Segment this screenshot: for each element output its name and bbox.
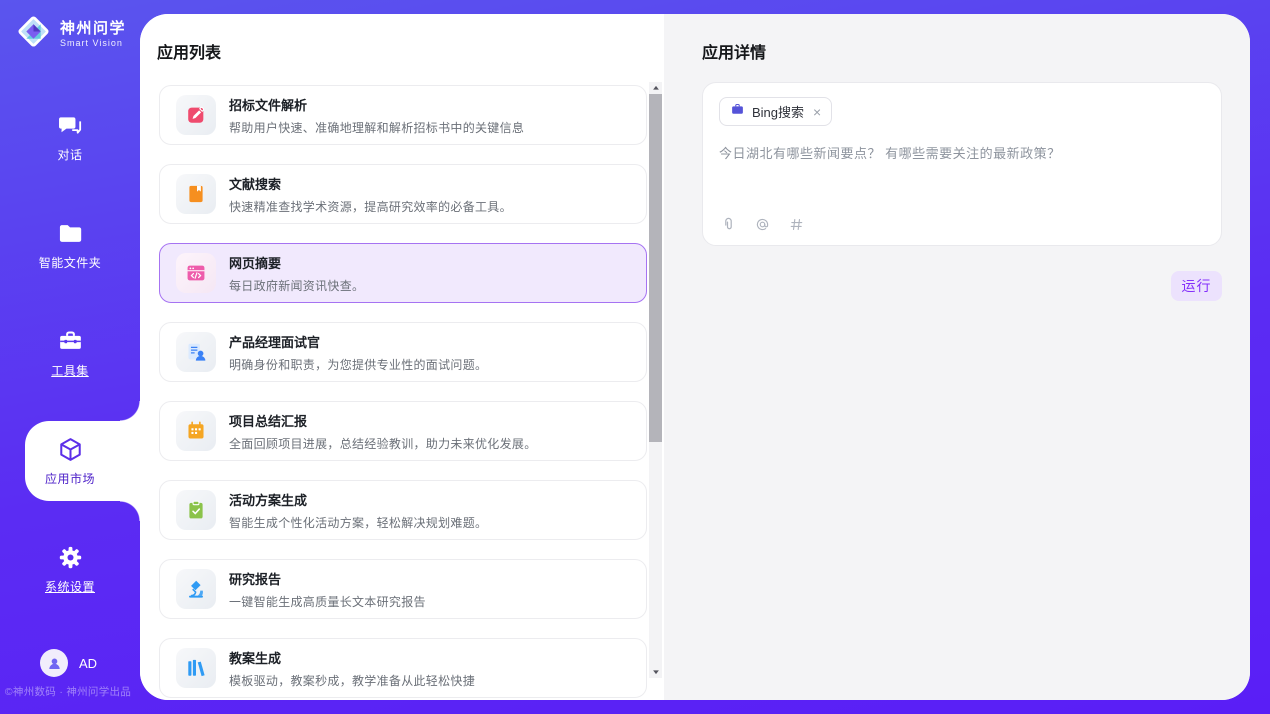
app-card-活动方案生成[interactable]: 活动方案生成智能生成个性化活动方案，轻松解决规划难题。 [159,480,647,540]
sidebar-item-对话[interactable]: 对话 [0,97,140,177]
app-list: 招标文件解析帮助用户快速、准确地理解和解析招标书中的关键信息文献搜索快速精准查找… [159,85,647,698]
app-card-title: 网页摘要 [229,253,364,272]
sidebar-item-应用市场[interactable]: 应用市场 [0,421,140,501]
cube-icon [57,436,84,463]
sidebar-item-工具集[interactable]: 工具集 [0,313,140,393]
app-card-title: 研究报告 [229,569,426,588]
app-card-文献搜索[interactable]: 文献搜索快速精准查找学术资源，提高研究效率的必备工具。 [159,164,647,224]
app-card-网页摘要[interactable]: 网页摘要每日政府新闻资讯快查。 [159,243,647,303]
sidebar-item-系统设置[interactable]: 系统设置 [0,529,140,609]
app-card-description: 快速精准查找学术资源，提高研究效率的必备工具。 [229,198,512,215]
scrollbar[interactable] [649,82,662,678]
at-icon[interactable] [753,215,771,233]
app-card-description: 智能生成个性化活动方案，轻松解决规划难题。 [229,514,487,531]
close-icon[interactable]: × [813,105,821,119]
hash-icon[interactable] [787,215,805,233]
app-card-description: 模板驱动，教案秒成，教学准备从此轻松快捷 [229,672,475,689]
diamond-icon [15,13,52,55]
brand-subtitle: Smart Vision [60,38,126,48]
scrollbar-thumb[interactable] [649,94,662,442]
user-initials: AD [79,656,97,671]
app-card-项目总结汇报[interactable]: 项目总结汇报全面回顾项目进展，总结经验教训，助力未来优化发展。 [159,401,647,461]
app-card-研究报告[interactable]: 研究报告一键智能生成高质量长文本研究报告 [159,559,647,619]
browser-code-icon [176,253,216,293]
folder-icon [57,220,84,247]
sidebar-item-智能文件夹[interactable]: 智能文件夹 [0,205,140,285]
microscope-icon [176,569,216,609]
app-card-description: 全面回顾项目进展，总结经验教训，助力未来优化发展。 [229,435,537,452]
app-card-产品经理面试官[interactable]: 产品经理面试官明确身份和职责，为您提供专业性的面试问题。 [159,322,647,382]
copyright-text: ©神州数码 · 神州问学出品 [0,684,136,699]
chat-icon [57,112,84,139]
app-card-title: 产品经理面试官 [229,332,487,351]
tool-chip-label: Bing搜索 [752,102,804,121]
sidebar-item-label: 智能文件夹 [39,254,102,271]
scroll-down-button[interactable] [649,666,662,678]
app-card-title: 项目总结汇报 [229,411,537,430]
notch-curve-top [120,401,140,421]
sidebar-item-label: 对话 [57,146,82,163]
sidebar: 神州问学 Smart Vision 对话智能文件夹工具集应用市场系统设置 AD … [0,0,140,714]
app-card-教案生成[interactable]: 教案生成模板驱动，教案秒成，教学准备从此轻松快捷 [159,638,647,698]
app-card-description: 帮助用户快速、准确地理解和解析招标书中的关键信息 [229,119,524,136]
gear-icon [57,544,84,571]
app-detail-panel: 应用详情 Bing搜索 × 今日湖北有哪些新闻要点？ 有哪些需要关注的最新政策？… [664,14,1250,700]
brand-logo: 神州问学 Smart Vision [15,13,126,55]
app-card-description: 每日政府新闻资讯快查。 [229,277,364,294]
user-account[interactable]: AD [40,649,97,677]
scroll-up-button[interactable] [649,82,662,94]
app-card-description: 一键智能生成高质量长文本研究报告 [229,593,426,610]
interview-icon [176,332,216,372]
app-card-title: 文献搜索 [229,174,512,193]
report-note-icon [176,411,216,451]
app-list-title: 应用列表 [157,39,221,63]
app-list-panel: 应用列表 招标文件解析帮助用户快速、准确地理解和解析招标书中的关键信息文献搜索快… [140,14,664,700]
prompt-toolbar [719,215,805,233]
notch-curve-bottom [120,501,140,521]
prompt-input[interactable]: 今日湖北有哪些新闻要点？ 有哪些需要关注的最新政策？ [719,143,1205,162]
app-card-title: 招标文件解析 [229,95,524,114]
brand-name: 神州问学 [60,20,126,38]
sidebar-nav: 对话智能文件夹工具集应用市场系统设置 [0,97,140,609]
tool-chip-bing[interactable]: Bing搜索 × [719,97,832,126]
avatar[interactable] [40,649,68,677]
run-button[interactable]: 运行 [1171,271,1222,301]
paperclip-icon[interactable] [719,215,737,233]
books-icon [176,648,216,688]
content-area: 应用列表 招标文件解析帮助用户快速、准确地理解和解析招标书中的关键信息文献搜索快… [140,14,1250,700]
sidebar-item-label: 工具集 [51,362,89,379]
app-root: { "brand": { "name": "神州问学", "subtitle":… [0,0,1270,714]
edit-doc-icon [176,95,216,135]
sidebar-item-label: 系统设置 [45,578,95,595]
briefcase-icon [57,328,84,355]
briefcase-chip-icon [730,102,745,122]
app-card-description: 明确身份和职责，为您提供专业性的面试问题。 [229,356,487,373]
app-card-title: 教案生成 [229,648,475,667]
app-card-招标文件解析[interactable]: 招标文件解析帮助用户快速、准确地理解和解析招标书中的关键信息 [159,85,647,145]
prompt-card: Bing搜索 × 今日湖北有哪些新闻要点？ 有哪些需要关注的最新政策？ [702,82,1222,246]
app-card-title: 活动方案生成 [229,490,487,509]
clipboard-check-icon [176,490,216,530]
app-detail-title: 应用详情 [702,39,766,63]
sidebar-item-label: 应用市场 [45,470,95,487]
book-icon [176,174,216,214]
